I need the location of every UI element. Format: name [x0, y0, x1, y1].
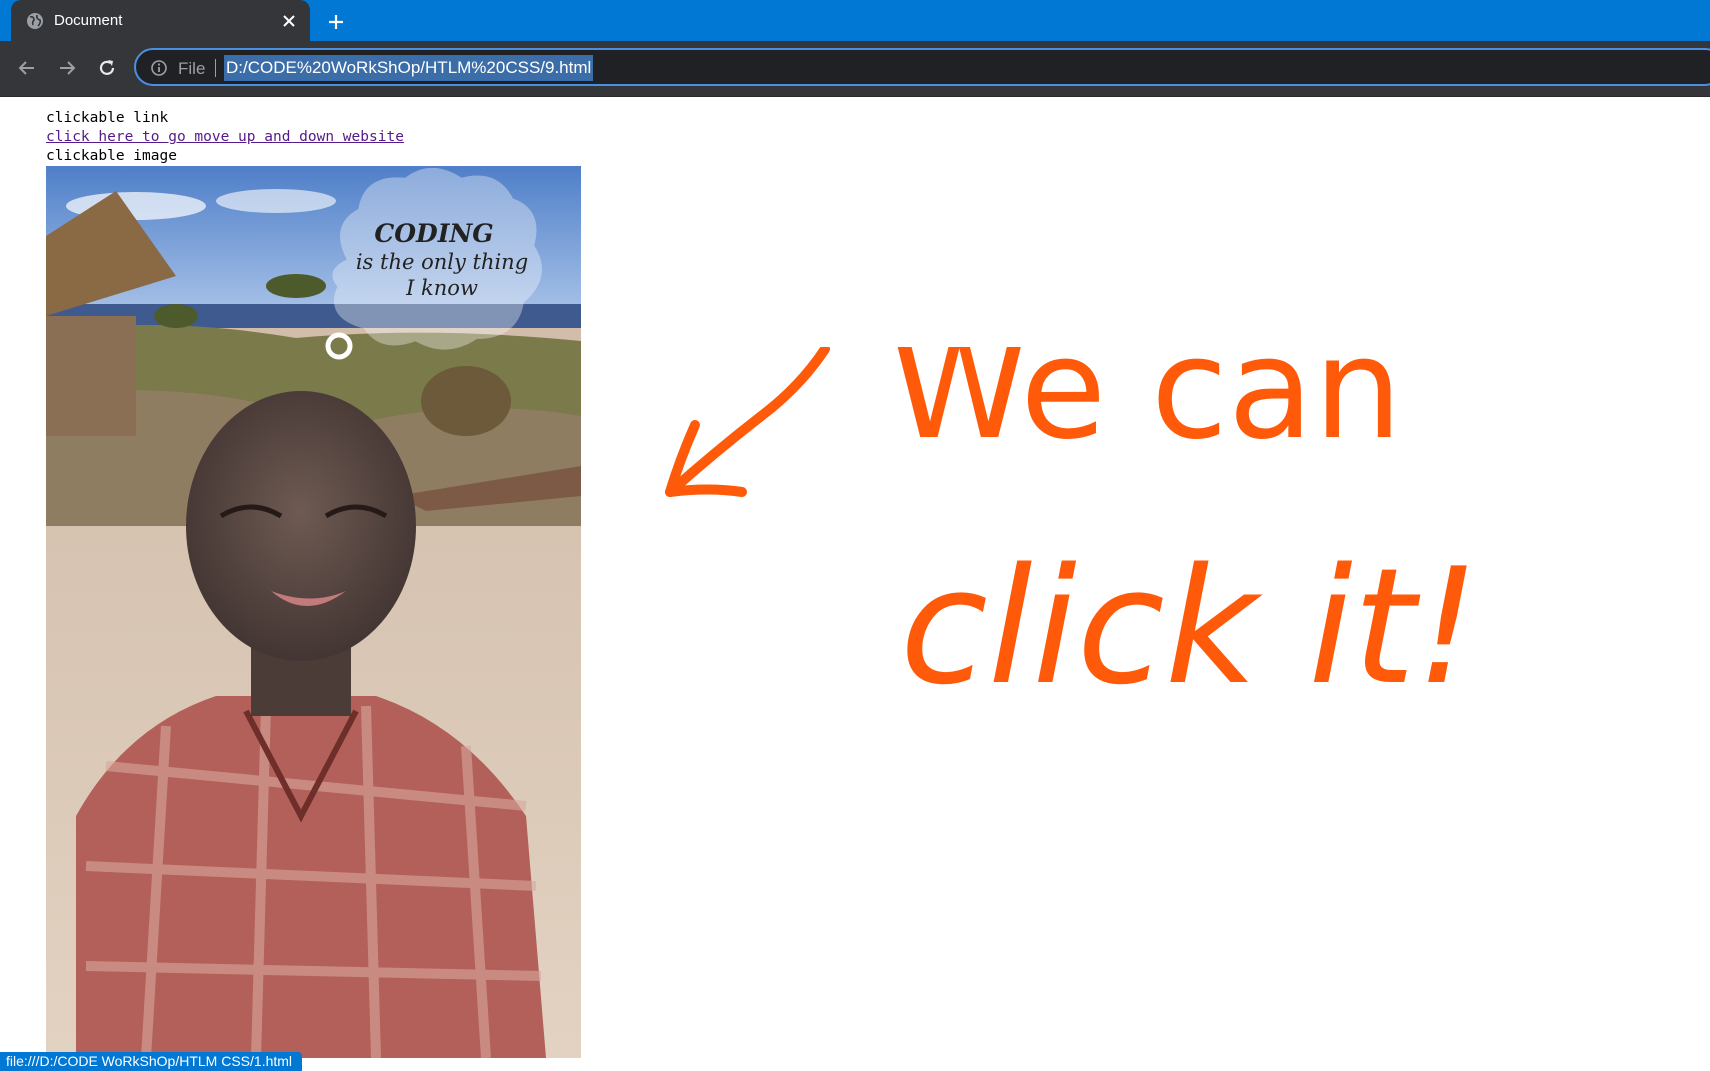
arrow-right-icon: [60, 61, 76, 75]
forward-button[interactable]: [52, 53, 82, 83]
caption-line-3: I know: [405, 276, 478, 300]
url-separator: [215, 59, 216, 77]
new-tab-button[interactable]: [322, 8, 350, 36]
tab-strip: Document: [0, 0, 1710, 43]
handwritten-annotation: We can click it!: [665, 347, 1480, 720]
caption-line-1: CODING: [374, 219, 493, 248]
tab-title: Document: [54, 12, 123, 29]
back-button[interactable]: [12, 53, 42, 83]
url-scheme-label: File: [178, 59, 206, 78]
url-text[interactable]: D:/CODE%20WoRkShOp/HTLM%20CSS/9.html: [224, 55, 594, 81]
scroll-link[interactable]: click here to go move up and down websit…: [46, 129, 404, 145]
browser-tab[interactable]: Document: [11, 0, 310, 43]
reload-icon: [99, 60, 115, 75]
page-content: clickable link click here to go move up …: [0, 97, 1710, 1071]
info-icon[interactable]: [150, 59, 168, 77]
arrow-left-icon: [18, 61, 34, 75]
close-tab-icon[interactable]: [278, 10, 300, 32]
annotation-line-2: click it!: [900, 533, 1480, 720]
annotation-line-1: We can: [890, 347, 1402, 471]
globe-icon: [25, 11, 45, 31]
link-heading: clickable link: [46, 110, 169, 126]
browser-toolbar: File D:/CODE%20WoRkShOp/HTLM%20CSS/9.htm…: [0, 41, 1710, 97]
boy-photo: CODING is the only thing I know: [46, 166, 581, 1058]
image-heading: clickable image: [46, 148, 177, 164]
caption-line-2: is the only thing: [356, 250, 528, 274]
clickable-image[interactable]: CODING is the only thing I know: [46, 166, 581, 1058]
address-bar[interactable]: File D:/CODE%20WoRkShOp/HTLM%20CSS/9.htm…: [134, 48, 1710, 86]
status-bar-url: file:///D:/CODE WoRkShOp/HTLM CSS/1.html: [0, 1052, 303, 1071]
plus-icon: [329, 15, 343, 29]
reload-button[interactable]: [92, 53, 122, 83]
